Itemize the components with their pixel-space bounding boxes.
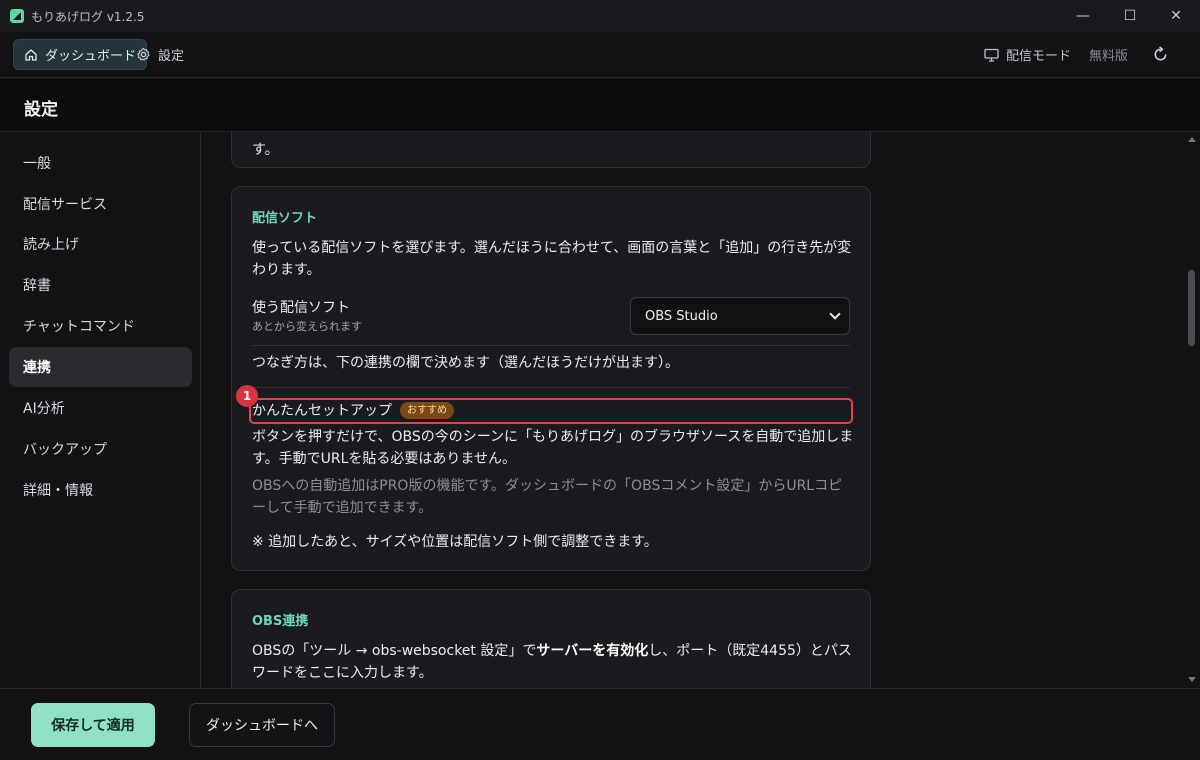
refresh-icon bbox=[1154, 46, 1167, 61]
settings-sidebar: 一般 配信サービス 読み上げ 辞書 チャットコマンド 連携 AI分析 バックアッ… bbox=[0, 132, 201, 688]
pro-feature-note: OBSへの自動追加はPRO版の機能です。ダッシュボードの「OBSコメント設定」か… bbox=[252, 478, 843, 516]
nav-settings-button[interactable]: 設定 bbox=[126, 39, 194, 70]
save-apply-button[interactable]: 保存して適用 bbox=[31, 703, 155, 747]
top-nav: ダッシュボード 設定 配信モード 無料版 bbox=[0, 32, 1200, 78]
sidebar-item-dictionary[interactable]: 辞書 bbox=[9, 265, 192, 305]
monitor-icon bbox=[984, 48, 999, 62]
chevron-down-icon bbox=[829, 308, 841, 320]
sidebar-item-backup[interactable]: バックアップ bbox=[9, 429, 192, 469]
home-icon bbox=[25, 48, 37, 61]
scroll-down-arrow-icon[interactable] bbox=[1188, 677, 1196, 682]
obs-link-description: OBSの「ツール → obs-websocket 設定」でサーバーを有効化し、ポ… bbox=[252, 640, 856, 684]
window-title: もりあげログ v1.2.5 bbox=[31, 10, 145, 24]
obs-link-desc-part1: OBSの「ツール → obs-websocket 設定」で bbox=[252, 643, 537, 659]
nav-dashboard-label: ダッシュボード bbox=[45, 49, 137, 64]
page-title: 設定 bbox=[24, 100, 58, 120]
footer-bar: 保存して適用 ダッシュボードへ bbox=[0, 688, 1200, 760]
app-logo-icon bbox=[10, 9, 24, 23]
recommended-badge: おすすめ bbox=[400, 402, 454, 419]
plan-label: 無料版 bbox=[1089, 49, 1129, 64]
stream-mode-button[interactable]: 配信モード bbox=[984, 39, 1071, 70]
sidebar-item-read-aloud[interactable]: 読み上げ bbox=[9, 224, 192, 264]
easy-setup-heading: かんたんセットアップ おすすめ bbox=[252, 400, 856, 422]
stream-mode-label: 配信モード bbox=[1006, 49, 1072, 64]
page-header: 設定 bbox=[0, 79, 1200, 132]
sidebar-item-ai-analysis[interactable]: AI分析 bbox=[9, 388, 192, 428]
connection-note: つなぎ方は、下の連携の欄で決めます（選んだほうだけが出ます）。 bbox=[252, 355, 679, 371]
sidebar-item-details-info[interactable]: 詳細・情報 bbox=[9, 470, 192, 510]
refresh-button[interactable] bbox=[1152, 39, 1169, 70]
gear-icon bbox=[137, 47, 150, 61]
streaming-software-select-value: OBS Studio bbox=[645, 308, 718, 324]
scroll-up-arrow-icon[interactable] bbox=[1188, 137, 1196, 142]
streaming-software-card: 配信ソフト 使っている配信ソフトを選びます。選んだほうに合わせて、画面の言葉と「… bbox=[231, 186, 871, 571]
streaming-software-select[interactable]: OBS Studio bbox=[630, 297, 850, 335]
sidebar-item-chat-commands[interactable]: チャットコマンド bbox=[9, 306, 192, 346]
streaming-software-title: 配信ソフト bbox=[252, 211, 318, 226]
go-dashboard-button[interactable]: ダッシュボードへ bbox=[189, 703, 335, 747]
select-software-label: 使う配信ソフト bbox=[252, 300, 350, 316]
maximize-button[interactable]: ☐ bbox=[1107, 0, 1153, 32]
previous-card-tail-text: す。 bbox=[252, 142, 279, 158]
minimize-button[interactable]: — bbox=[1060, 0, 1106, 32]
divider bbox=[252, 387, 850, 388]
easy-setup-description: ボタンを押すだけで、OBSの今のシーンに「もりあげログ」のブラウザソースを自動で… bbox=[252, 429, 854, 467]
previous-card: す。 bbox=[231, 132, 871, 168]
divider bbox=[252, 345, 850, 346]
settings-content: す。 配信ソフト 使っている配信ソフトを選びます。選んだほうに合わせて、画面の言… bbox=[201, 132, 1184, 688]
sidebar-item-integration[interactable]: 連携 bbox=[9, 347, 192, 387]
sidebar-item-streaming-service[interactable]: 配信サービス bbox=[9, 184, 192, 224]
adjust-note: ※ 追加したあと、サイズや位置は配信ソフト側で調整できます。 bbox=[252, 534, 658, 550]
select-software-hint: あとから変えられます bbox=[252, 320, 362, 333]
streaming-software-description: 使っている配信ソフトを選びます。選んだほうに合わせて、画面の言葉と「追加」の行き… bbox=[252, 240, 852, 278]
scrollbar-thumb[interactable] bbox=[1188, 270, 1195, 346]
nav-settings-label: 設定 bbox=[158, 49, 185, 64]
obs-link-title: OBS連携 bbox=[252, 614, 309, 629]
obs-link-desc-bold: サーバーを有効化 bbox=[536, 643, 649, 659]
obs-link-card: OBS連携 OBSの「ツール → obs-websocket 設定」でサーバーを… bbox=[231, 589, 871, 688]
close-button[interactable]: ✕ bbox=[1153, 0, 1199, 32]
sidebar-item-general[interactable]: 一般 bbox=[9, 143, 192, 183]
easy-setup-label: かんたんセットアップ bbox=[252, 403, 392, 419]
content-scrollbar[interactable] bbox=[1184, 132, 1200, 688]
title-bar: もりあげログ v1.2.5 — ☐ ✕ bbox=[0, 0, 1200, 32]
